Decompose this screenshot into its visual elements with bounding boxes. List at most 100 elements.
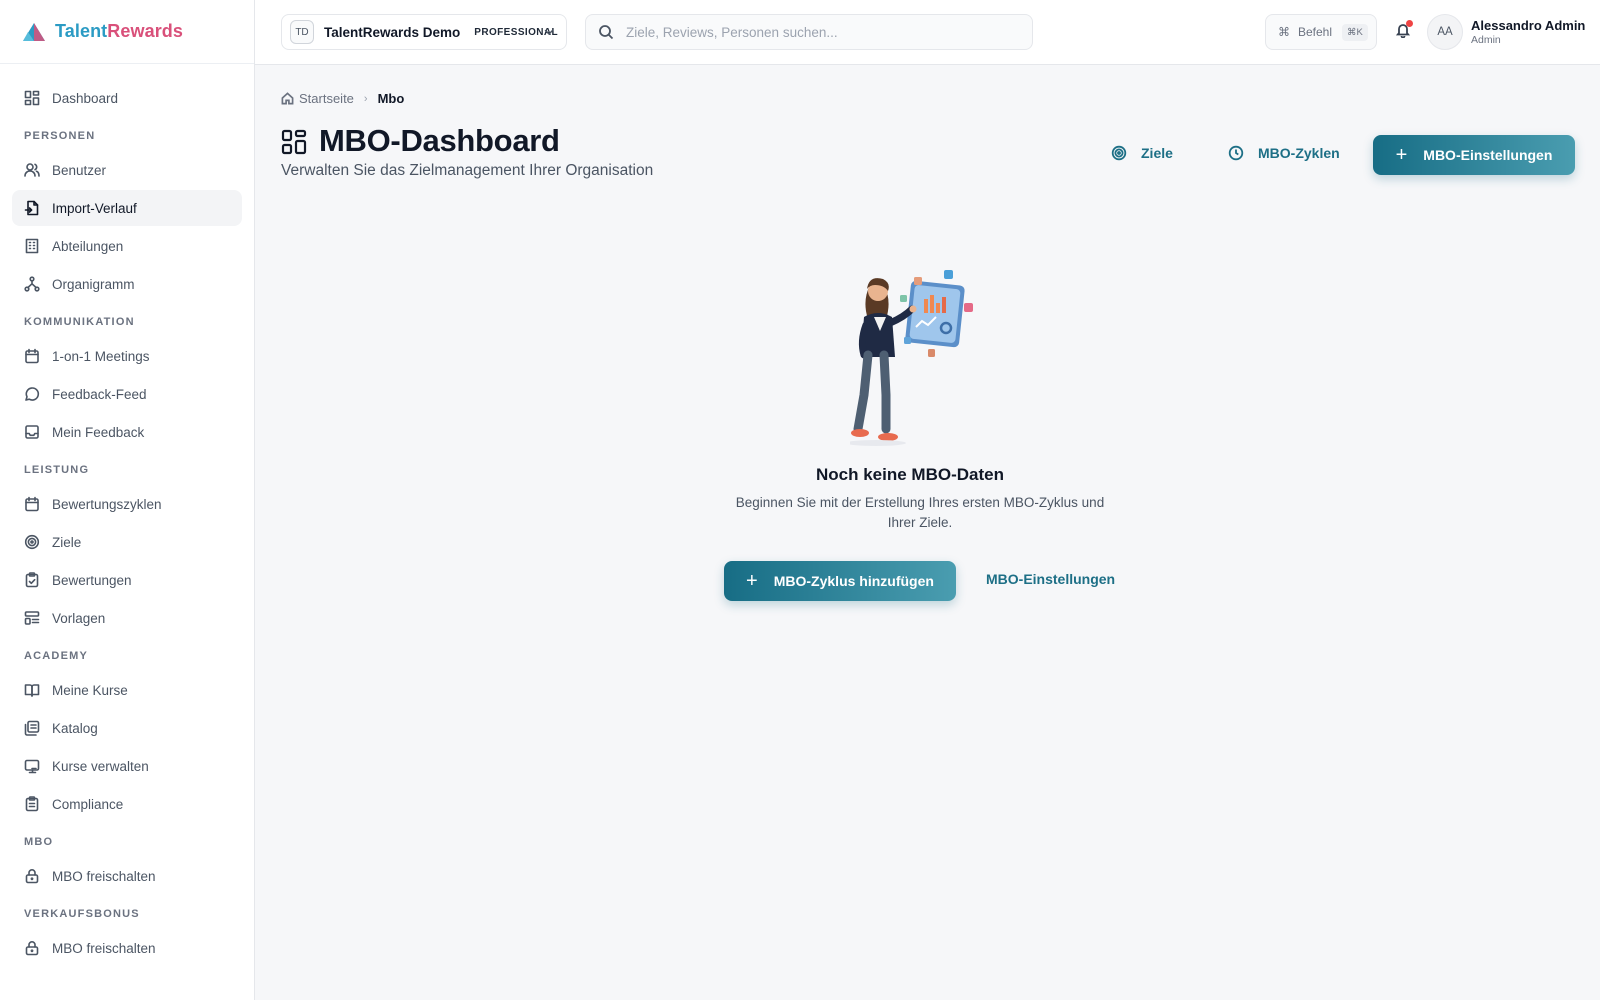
ziele-button[interactable]: Ziele	[1111, 135, 1173, 171]
library-icon	[24, 720, 40, 736]
section-title-mbo: MBO	[24, 836, 54, 848]
brand-name: TalentRewards	[55, 21, 184, 41]
empty-state-description: Beginnen Sie mit der Erstellung Ihres er…	[735, 495, 1105, 530]
top-header: TD TalentRewards Demo PROFESSIONAL ⌘ Bef…	[255, 0, 1600, 65]
add-mbo-cycle-button-label: MBO-Zyklus hinzufügen	[773, 573, 934, 589]
sidebar-item-label: MBO freischalten	[52, 940, 156, 956]
sidebar-item-katalog[interactable]: Katalog	[12, 710, 242, 746]
section-title-verkaufsbonus: VERKAUFSBONUS	[24, 908, 140, 920]
sidebar-item-import-verlauf[interactable]: Import-Verlauf	[12, 190, 242, 226]
empty-state-title: Noch keine MBO-Daten	[816, 465, 1004, 484]
clock-icon	[1228, 145, 1244, 161]
target-icon	[1111, 145, 1127, 161]
mbo-settings-link[interactable]: MBO-Einstellungen	[986, 571, 1115, 587]
section-title-personen: PERSONEN	[24, 130, 96, 142]
sidebar-item-label: Dashboard	[52, 90, 119, 106]
user-name[interactable]: Alessandro Admin	[1471, 18, 1585, 33]
sidebar-item-mein-feedback[interactable]: Mein Feedback	[12, 414, 242, 450]
template-icon	[24, 610, 40, 626]
dashboard-icon	[24, 90, 40, 106]
org-name: TalentRewards Demo	[324, 24, 461, 40]
sidebar-item-compliance[interactable]: Compliance	[12, 786, 242, 822]
sidebar-item-label: Ziele	[52, 534, 82, 550]
mbo-zyklen-button-label: MBO-Zyklen	[1258, 145, 1340, 161]
sidebar-item-bewertungen[interactable]: Bewertungen	[12, 562, 242, 598]
command-label: Befehl	[1298, 25, 1333, 39]
sidebar-item-organigramm[interactable]: Organigramm	[12, 266, 242, 302]
ziele-button-label: Ziele	[1141, 145, 1173, 161]
command-palette-button[interactable]: ⌘ Befehl ⌘K	[1265, 14, 1377, 50]
sidebar-item-label: MBO freischalten	[52, 868, 156, 884]
building-icon	[24, 238, 40, 254]
plus-icon: +	[1395, 144, 1408, 166]
search-icon	[599, 25, 614, 40]
mbo-zyklen-button[interactable]: MBO-Zyklen	[1228, 135, 1340, 171]
global-search[interactable]	[585, 14, 1033, 50]
calendar-icon	[24, 496, 40, 512]
book-open-icon	[24, 682, 40, 698]
sidebar-item-dashboard[interactable]: Dashboard	[12, 80, 242, 116]
command-icon: ⌘	[1278, 25, 1290, 39]
sidebar-item-label: Compliance	[52, 796, 124, 812]
target-icon	[24, 534, 40, 550]
notifications-button[interactable]	[1395, 20, 1415, 42]
page-subtitle: Verwalten Sie das Zielmanagement Ihrer O…	[281, 162, 654, 179]
breadcrumb-current: Mbo	[377, 91, 405, 106]
user-role: Admin	[1471, 34, 1501, 46]
sidebar-nav: Dashboard PERSONEN Benutzer Import-Verla…	[0, 64, 254, 966]
empty-state-illustration	[850, 270, 973, 446]
sidebar-item-label: Benutzer	[52, 162, 107, 178]
sidebar-item-label: Vorlagen	[52, 610, 106, 626]
sidebar-item-meine-kurse[interactable]: Meine Kurse	[12, 672, 242, 708]
section-title-leistung: LEISTUNG	[24, 464, 90, 476]
dashboard-icon	[281, 129, 307, 155]
sidebar-item-benutzer[interactable]: Benutzer	[12, 152, 242, 188]
sidebar-item-meetings[interactable]: 1-on-1 Meetings	[12, 338, 242, 374]
sidebar-item-label: Abteilungen	[52, 238, 124, 254]
sidebar-item-bonus-freischalten[interactable]: MBO freischalten	[12, 930, 242, 966]
org-chart-icon	[24, 276, 40, 292]
sidebar-item-label: Mein Feedback	[52, 424, 145, 440]
brand[interactable]: TalentRewards	[0, 0, 254, 64]
sidebar-item-label: Import-Verlauf	[52, 200, 137, 216]
sidebar-item-bewertungszyklen[interactable]: Bewertungszyklen	[12, 486, 242, 522]
add-mbo-cycle-button[interactable]: + MBO-Zyklus hinzufügen	[724, 561, 956, 601]
org-initials-badge: TD	[290, 20, 314, 44]
calendar-icon	[24, 348, 40, 364]
organization-switcher[interactable]: TD TalentRewards Demo PROFESSIONAL	[281, 14, 567, 50]
sidebar-item-abteilungen[interactable]: Abteilungen	[12, 228, 242, 264]
sidebar-item-label: Katalog	[52, 720, 98, 736]
users-icon	[24, 162, 40, 178]
command-shortcut: ⌘K	[1342, 23, 1368, 41]
lock-icon	[24, 940, 40, 956]
file-import-icon	[24, 200, 40, 216]
breadcrumb-home[interactable]: Startseite	[299, 91, 354, 106]
sidebar-item-label: Kurse verwalten	[52, 758, 149, 774]
breadcrumb: Startseite › Mbo	[281, 91, 404, 106]
sidebar-item-kurse-verwalten[interactable]: Kurse verwalten	[12, 748, 242, 784]
section-title-kommunikation: KOMMUNIKATION	[24, 316, 135, 328]
home-icon	[281, 92, 294, 105]
mbo-einstellungen-button-label: MBO-Einstellungen	[1423, 147, 1553, 163]
search-input[interactable]	[626, 24, 1006, 40]
sidebar-item-label: Organigramm	[52, 276, 135, 292]
brand-logo-icon	[23, 22, 45, 41]
page-title: MBO-Dashboard	[319, 123, 560, 158]
plus-icon: +	[746, 570, 758, 592]
sidebar-item-label: Bewertungen	[52, 572, 132, 588]
main-content: Startseite › Mbo MBO-Dashboard Verwalten…	[255, 65, 1600, 1000]
sidebar-item-mbo-freischalten[interactable]: MBO freischalten	[12, 858, 242, 894]
chevron-down-icon	[544, 29, 554, 36]
mbo-einstellungen-button[interactable]: + MBO-Einstellungen	[1373, 135, 1575, 175]
screen-icon	[24, 758, 40, 774]
sidebar-item-ziele[interactable]: Ziele	[12, 524, 242, 560]
sidebar: TalentRewards Dashboard PERSONEN Benutze…	[0, 0, 255, 1000]
notification-dot	[1406, 20, 1413, 27]
avatar[interactable]: AA	[1427, 14, 1463, 50]
chevron-right-icon: ›	[363, 92, 368, 105]
inbox-icon	[24, 424, 40, 440]
clipboard-check-icon	[24, 572, 40, 588]
sidebar-item-label: Feedback-Feed	[52, 386, 147, 402]
sidebar-item-vorlagen[interactable]: Vorlagen	[12, 600, 242, 636]
sidebar-item-feedback-feed[interactable]: Feedback-Feed	[12, 376, 242, 412]
